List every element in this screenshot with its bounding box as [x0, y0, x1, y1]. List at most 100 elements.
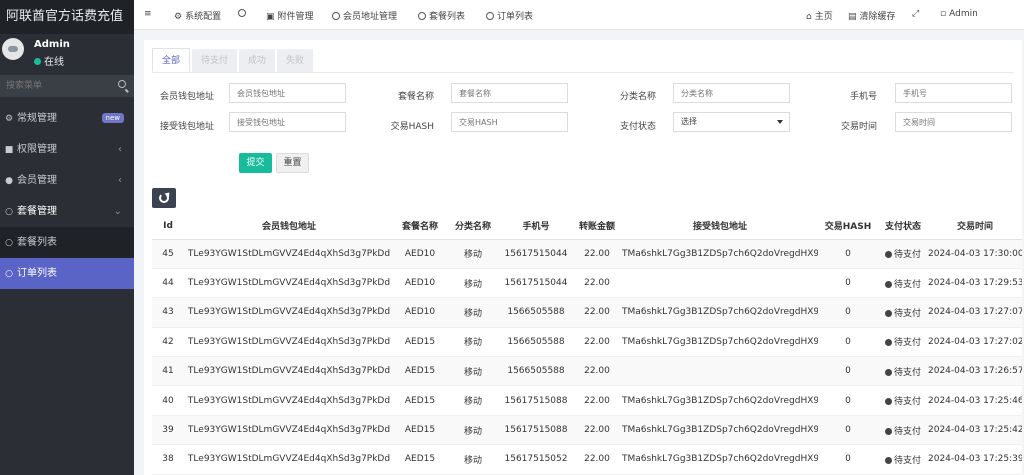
table-cell: 待支付 — [878, 297, 928, 328]
table-row[interactable]: 43 TLe93YGW1StDLmGVVZ4Ed4qXhSd3g7PkDd AED1… — [152, 297, 1022, 328]
gears-icon: ⚙ — [4, 114, 14, 124]
sidebar-submenu: ○ 套餐列表 ○ 订单列表 — [0, 227, 134, 289]
col-header[interactable]: Id — [152, 213, 184, 240]
col-header[interactable]: 分类名称 — [446, 213, 500, 240]
tab-label: 系统配置 — [185, 12, 222, 22]
avatar — [2, 38, 24, 60]
clear-cache-button[interactable]: ▤ 清除缓存 — [848, 9, 896, 22]
tab-label: 订单列表 — [497, 12, 534, 22]
status-label: 待支付 — [893, 367, 921, 378]
table-row[interactable]: 45 TLe93YGW1StDLmGVVZ4Ed4qXhSd3g7PkDd AED1… — [152, 239, 1022, 269]
table-cell: 1566505588 — [500, 327, 572, 358]
member-wallet-input[interactable] — [229, 83, 346, 103]
col-header[interactable]: 手机号 — [500, 213, 572, 240]
col-header[interactable]: 转账金额 — [572, 213, 622, 240]
tab-label: 附件管理 — [277, 12, 314, 22]
tx-hash-input[interactable] — [451, 112, 568, 132]
order-panel: 全部待支付成功失败 会员钱包地址 套餐名称 分类名称 手机号 接受钱包地址 交易… — [144, 40, 1022, 475]
sidebar-item-members[interactable]: ● 会员管理 ‹ — [0, 165, 134, 196]
search-icon[interactable] — [118, 80, 126, 88]
status-dot-icon — [884, 339, 892, 347]
col-header[interactable]: 会员钱包地址 — [184, 213, 394, 240]
tab-attachments[interactable]: ▣ 附件管理 — [266, 9, 314, 22]
sidebar-item-label: 会员管理 — [17, 175, 57, 186]
status-label: 待支付 — [893, 250, 921, 261]
sidebar: 阿联酋官方话费充值 Admin 在线 ⚙常规管理 new ■权限管理 ‹ ● 会员… — [0, 0, 134, 475]
tab-package-list[interactable]: 套餐列表 — [418, 9, 465, 22]
table-row[interactable]: 41 TLe93YGW1StDLmGVVZ4Ed4qXhSd3g7PkDd AED1… — [152, 356, 1022, 387]
sidebar-item-permissions[interactable]: ■ 权限管理 ‹ — [0, 134, 134, 165]
table-row[interactable]: 39 TLe93YGW1StDLmGVVZ4Ed4qXhSd3g7PkDd AED1… — [152, 415, 1022, 446]
table-cell: 38 — [152, 444, 184, 475]
table-cell: TLe93YGW1StDLmGVVZ4Ed4qXhSd3g7PkDd — [184, 239, 394, 269]
sidebar-item-label: 常规管理 — [17, 113, 57, 124]
home-link[interactable]: ⌂ 主页 — [806, 9, 833, 22]
table-cell: 待支付 — [878, 385, 928, 416]
col-header[interactable]: 交易HASH — [818, 213, 878, 240]
table-cell: 0 — [818, 356, 878, 387]
reset-button[interactable]: 重置 — [276, 153, 309, 173]
table-row[interactable]: 44 TLe93YGW1StDLmGVVZ4Ed4qXhSd3g7PkDd AED1… — [152, 268, 1022, 299]
table-cell: AED10 — [394, 297, 446, 328]
table-row[interactable]: 38 TLe93YGW1StDLmGVVZ4Ed4qXhSd3g7PkDd AED1… — [152, 444, 1022, 475]
clear-cache-label: 清除缓存 — [859, 12, 896, 22]
table-cell: 0 — [818, 297, 878, 328]
sidebar-item-general[interactable]: ⚙ 常规管理 new — [0, 103, 134, 134]
table-cell: 移动 — [446, 297, 500, 328]
tab-system-config[interactable]: ⚙ 系统配置 — [174, 9, 221, 22]
status-label: 待支付 — [893, 455, 921, 466]
sidebar-item-packages[interactable]: ○ 套餐管理 ⌄ — [0, 196, 134, 227]
home-label: 主页 — [814, 12, 833, 22]
sidebar-subitem-package-list[interactable]: ○ 套餐列表 — [0, 227, 134, 258]
refresh-button[interactable] — [152, 188, 176, 208]
tab-member-address[interactable]: 会员地址管理 — [332, 9, 397, 22]
tab-label: 套餐列表 — [429, 12, 466, 22]
tx-time-input[interactable] — [895, 112, 1012, 132]
sidebar-subitem-order-list[interactable]: ○ 订单列表 — [0, 258, 134, 289]
tab-failed[interactable]: 失败 — [277, 49, 314, 73]
tab-all[interactable]: 全部 — [152, 48, 191, 72]
chevron-down-icon: ⌄ — [113, 206, 122, 217]
col-header[interactable]: 套餐名称 — [394, 213, 446, 240]
status-tabs: 全部 待支付 成功 失败 — [152, 48, 315, 73]
col-header[interactable]: 支付状态 — [878, 213, 928, 240]
menu-search-input[interactable] — [0, 75, 134, 97]
table-cell: 2024-04-03 17:25:39 — [928, 444, 1022, 475]
category-name-input[interactable] — [673, 83, 790, 103]
caret-down-icon — [777, 120, 783, 124]
col-header[interactable]: 接受钱包地址 — [622, 213, 818, 240]
phone-input[interactable] — [895, 83, 1012, 103]
table-cell: 0 — [818, 444, 878, 475]
table-cell: 22.00 — [572, 385, 622, 416]
table-cell: 0 — [818, 415, 878, 446]
table-cell: 2024-04-03 17:27:07 — [928, 297, 1022, 328]
table-row[interactable]: 42 TLe93YGW1StDLmGVVZ4Ed4qXhSd3g7PkDd AED1… — [152, 327, 1022, 358]
table-row[interactable]: 40 TLe93YGW1StDLmGVVZ4Ed4qXhSd3g7PkDd AED1… — [152, 385, 1022, 416]
table-cell: AED10 — [394, 268, 446, 299]
main-content: 全部待支付成功失败 会员钱包地址 套餐名称 分类名称 手机号 接受钱包地址 交易… — [134, 30, 1024, 475]
table-cell: AED15 — [394, 444, 446, 475]
table-cell: TMa6shkL7Gg3B1ZDSp7ch6Q2doVregdHX9 — [622, 327, 818, 358]
user-icon: ● — [5, 176, 13, 186]
table-cell: 待支付 — [878, 356, 928, 387]
col-header[interactable]: 交易时间 — [928, 213, 1022, 240]
tab-order-list[interactable]: 订单列表 — [486, 9, 533, 22]
tab-pending[interactable]: 待支付 — [192, 49, 238, 73]
submit-button[interactable]: 提交 — [239, 153, 272, 173]
table-cell: 2024-04-03 17:26:57 — [928, 356, 1022, 387]
circle-icon — [486, 12, 494, 20]
tab-label: 会员地址管理 — [343, 12, 398, 22]
menu-toggle-icon[interactable]: ≡ — [144, 9, 152, 19]
tab-success[interactable]: 成功 — [239, 49, 276, 73]
package-name-input[interactable] — [451, 83, 568, 103]
admin-menu[interactable]: ▫ Admin — [940, 9, 978, 19]
table-cell: 15617515088 — [500, 415, 572, 446]
receive-wallet-input[interactable] — [229, 112, 346, 132]
fullscreen-icon[interactable]: ⤢ — [912, 9, 919, 19]
tab-blank[interactable] — [238, 9, 249, 19]
app-brand: 阿联酋官方话费充值 — [0, 0, 134, 34]
circle-icon: ○ — [5, 238, 13, 248]
table-cell: 22.00 — [572, 239, 622, 269]
pay-status-select[interactable]: 选择 — [673, 112, 790, 132]
status-dot-icon — [884, 309, 892, 317]
